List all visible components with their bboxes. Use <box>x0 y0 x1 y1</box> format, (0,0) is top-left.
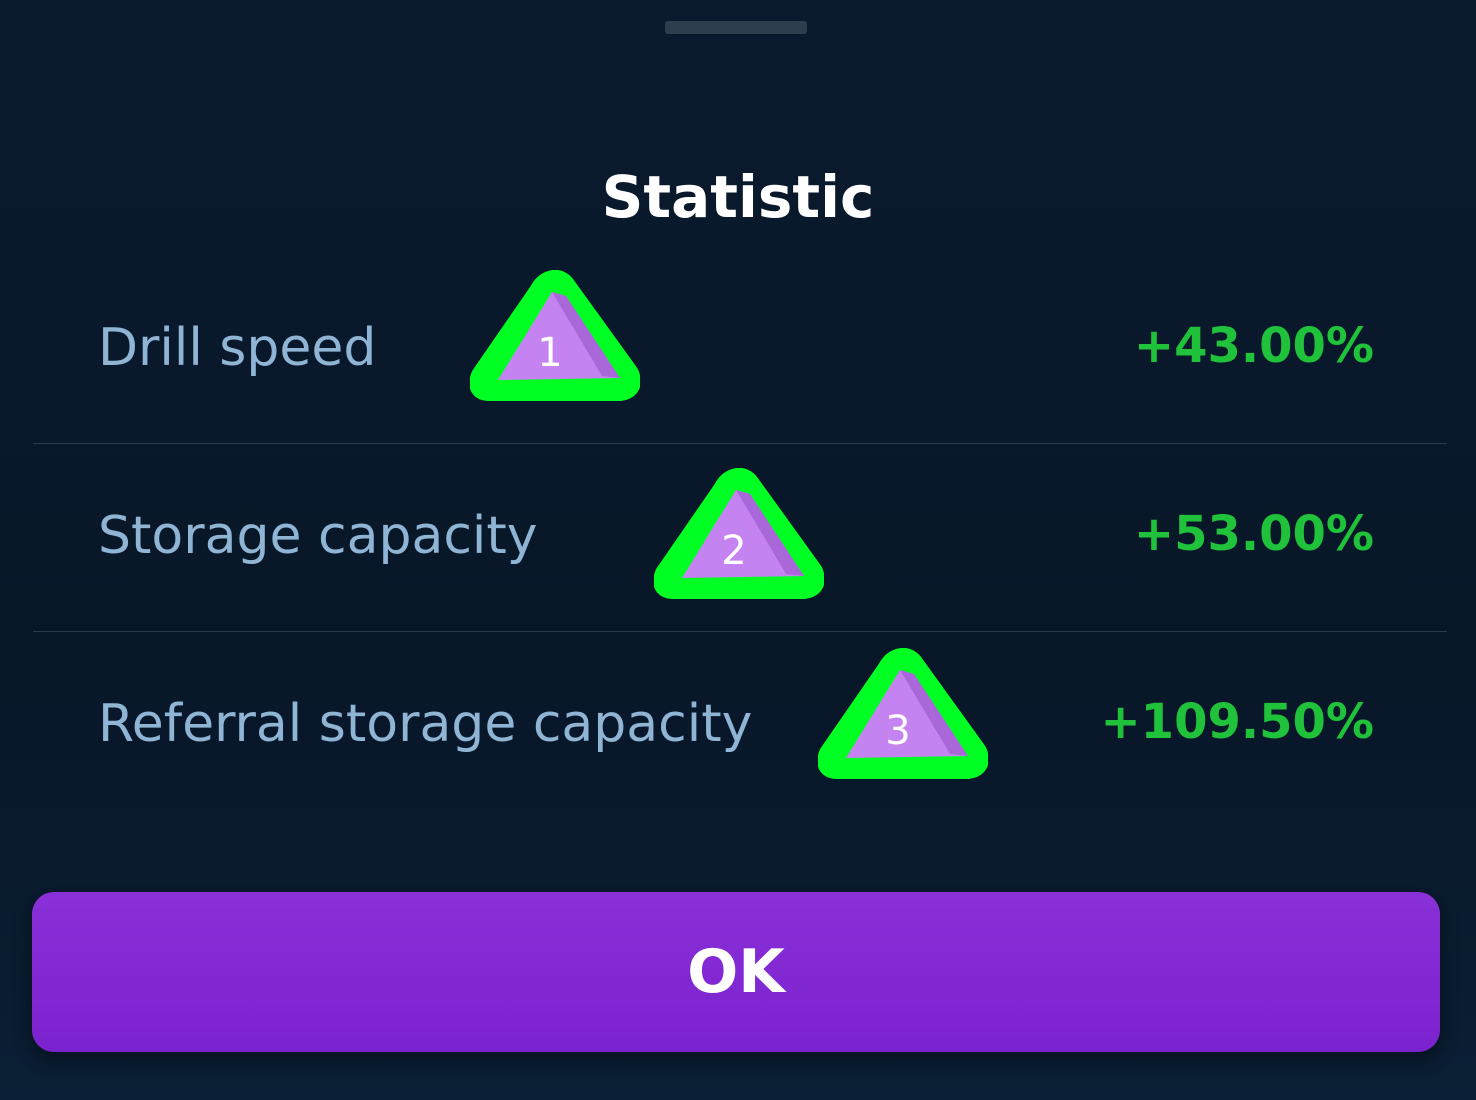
dialog-title: Statistic <box>601 163 875 231</box>
stat-row-drill-speed: Drill speed +43.00% <box>0 290 1476 410</box>
ok-button[interactable]: OK <box>32 892 1440 1052</box>
stat-value: +43.00% <box>1133 318 1374 374</box>
marker-1: 1 <box>470 270 640 410</box>
stat-label: Storage capacity <box>98 506 538 566</box>
marker-2: 2 <box>654 468 824 608</box>
drag-handle[interactable] <box>665 21 807 34</box>
stat-label: Drill speed <box>98 318 377 378</box>
marker-3: 3 <box>818 648 988 788</box>
marker-number: 3 <box>885 708 910 754</box>
stat-value: +53.00% <box>1133 506 1374 562</box>
stat-row-referral-storage-capacity: Referral storage capacity +109.50% <box>0 666 1476 786</box>
triangle-marker-icon: 1 <box>470 270 640 401</box>
stat-value: +109.50% <box>1100 694 1374 750</box>
stat-label: Referral storage capacity <box>98 694 753 754</box>
triangle-marker-icon: 2 <box>654 468 824 599</box>
marker-number: 2 <box>721 528 746 574</box>
divider <box>33 631 1447 632</box>
divider <box>33 443 1447 444</box>
triangle-marker-icon: 3 <box>818 648 988 779</box>
statistic-sheet: Statistic Drill speed +43.00% Storage ca… <box>0 0 1476 1100</box>
marker-number: 1 <box>537 330 562 376</box>
